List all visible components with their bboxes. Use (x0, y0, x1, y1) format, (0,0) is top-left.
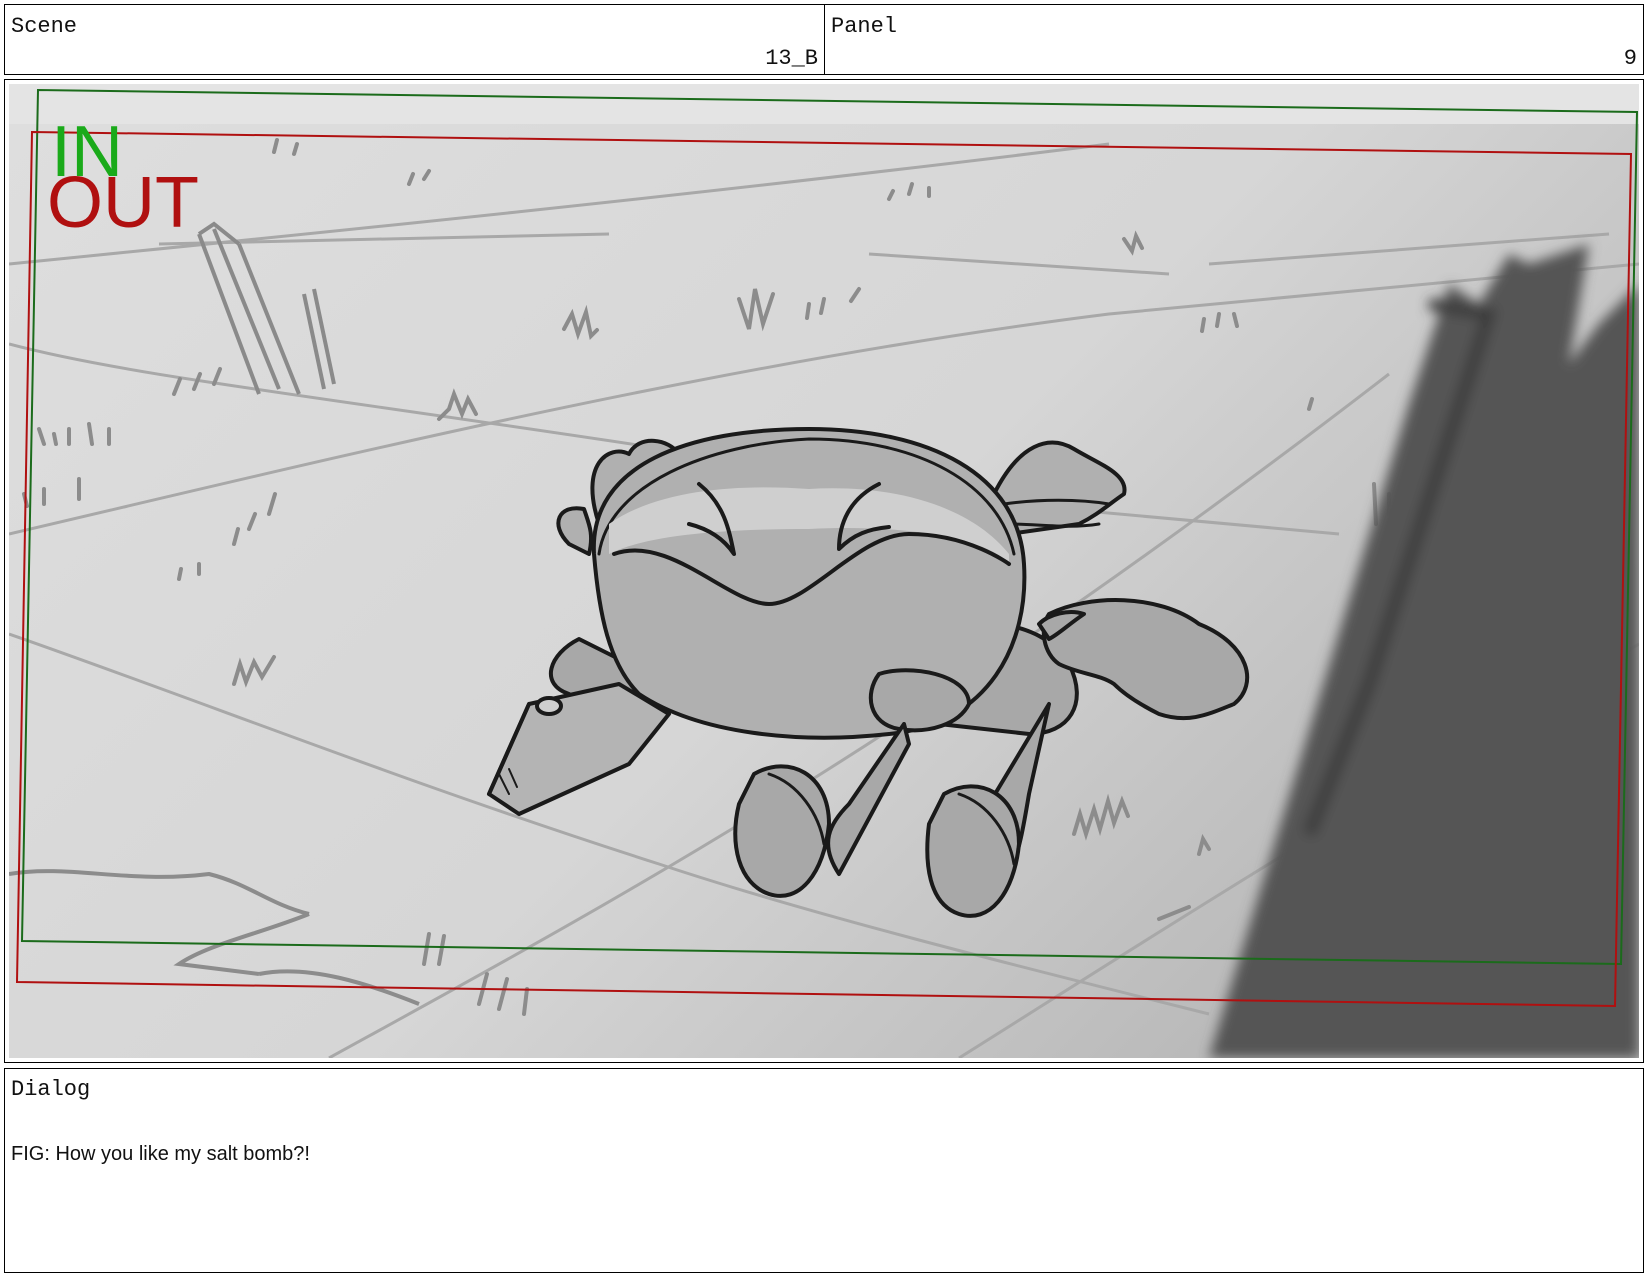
dialog-field: Dialog FIG: How you like my salt bomb?! (4, 1068, 1644, 1273)
storyboard-frame: IN OUT (4, 79, 1644, 1063)
panel-value: 9 (1623, 46, 1637, 71)
scene-value: 13_B (765, 46, 818, 71)
panel-field: Panel 9 (824, 4, 1644, 75)
dialog-text: FIG: How you like my salt bomb?! (11, 1143, 310, 1165)
out-label: OUT (47, 163, 199, 243)
dialog-label: Dialog (11, 1077, 91, 1102)
panel-label: Panel (831, 14, 898, 39)
scene-field: Scene 13_B (4, 4, 825, 75)
sky-strip (9, 84, 1639, 124)
storyboard-drawing: IN OUT (9, 84, 1639, 1058)
scene-label: Scene (11, 14, 78, 39)
